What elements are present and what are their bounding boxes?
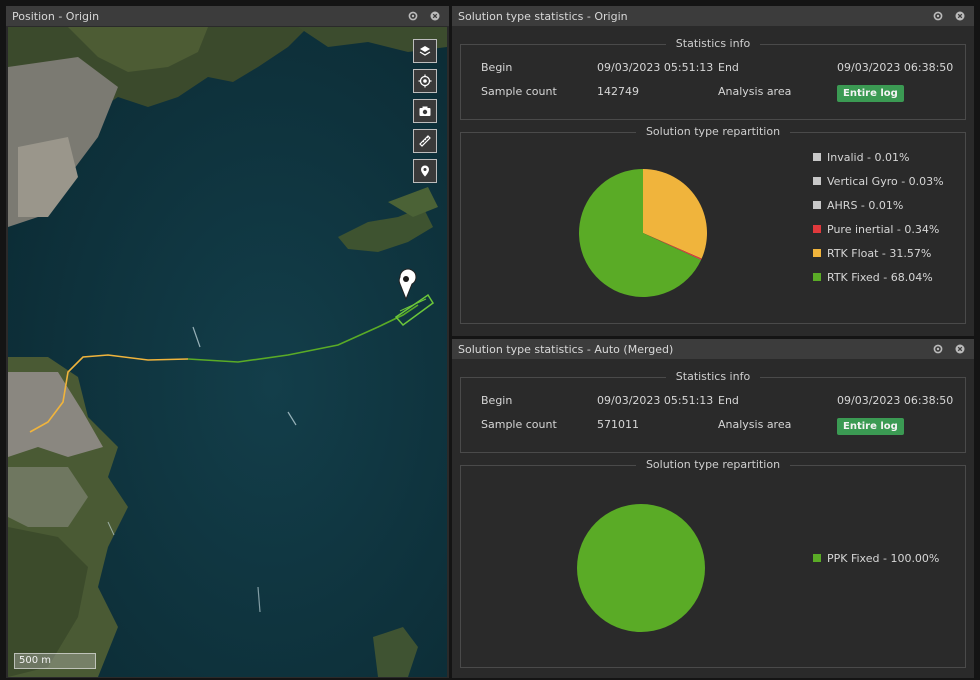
statistics-info-heading: Statistics info [665,37,761,50]
legend-swatch [813,554,821,562]
map-scale-bar: 500 m [14,653,96,669]
info-row-count: Sample count 142749 Analysis area Entire… [481,85,951,105]
solution-stats-merged-pane: Solution type statistics - Auto (Merged)… [452,339,974,678]
legend-label: PPK Fixed - 100.00% [827,551,940,565]
begin-value: 09/03/2023 05:51:13 [597,394,714,407]
settings-icon[interactable] [405,8,421,24]
legend-item: PPK Fixed - 100.00% [813,546,939,570]
map-pane-title: Position - Origin [12,9,100,23]
marker-icon [421,165,429,177]
layers-button[interactable] [413,39,437,63]
position-map-pane: Position - Origin 500 m [6,6,449,678]
camera-icon [419,106,431,116]
legend-label: Vertical Gyro - 0.03% [827,174,944,188]
marker-button[interactable] [413,159,437,183]
pie-legend: PPK Fixed - 100.00% [813,546,939,570]
legend-swatch [813,225,821,233]
legend-swatch [813,201,821,209]
sample-count-value: 571011 [597,418,639,431]
legend-label: RTK Fixed - 68.04% [827,270,933,284]
info-row-time: Begin 09/03/2023 05:51:13 End 09/03/2023… [481,394,954,414]
legend-item: Vertical Gyro - 0.03% [813,169,944,193]
close-icon[interactable] [427,8,443,24]
statistics-info-group: Statistics info Begin 09/03/2023 05:51:1… [460,370,966,453]
entire-log-button[interactable]: Entire log [837,418,904,435]
end-value: 09/03/2023 06:38:50 [837,394,954,407]
legend-label: Pure inertial - 0.34% [827,222,940,236]
map-pane-titlebar[interactable]: Position - Origin [6,6,449,26]
stats-origin-titlebar[interactable]: Solution type statistics - Origin [452,6,974,26]
stats-origin-title: Solution type statistics - Origin [458,9,628,23]
map-toolbar [413,39,437,183]
pie-legend: Invalid - 0.01% Vertical Gyro - 0.03% AHRS… [813,145,944,289]
locate-icon [418,74,432,88]
solution-repartition-group: Solution type repartition PPK Fixed - 10… [460,458,966,668]
sample-count-label: Sample count [481,418,557,431]
legend-label: RTK Float - 31.57% [827,246,932,260]
statistics-info-group: Statistics info Begin 09/03/2023 05:51:1… [460,37,966,120]
end-value: 09/03/2023 06:38:50 [837,61,954,74]
solution-stats-origin-pane: Solution type statistics - Origin Statis… [452,6,974,336]
satellite-map[interactable]: 500 m [8,27,447,677]
repartition-heading: Solution type repartition [635,458,791,471]
legend-item: RTK Fixed - 68.04% [813,265,944,289]
solution-pie-chart [579,169,707,297]
begin-label: Begin [481,394,513,407]
close-icon[interactable] [952,8,968,24]
legend-item: Invalid - 0.01% [813,145,944,169]
locate-button[interactable] [413,69,437,93]
legend-swatch [813,273,821,281]
solution-repartition-group: Solution type repartition Invalid - 0.01… [460,125,966,324]
settings-icon[interactable] [930,8,946,24]
pie-slice [577,504,705,632]
sample-count-label: Sample count [481,85,557,98]
info-row-count: Sample count 571011 Analysis area Entire… [481,418,951,438]
repartition-heading: Solution type repartition [635,125,791,138]
legend-item: Pure inertial - 0.34% [813,217,944,241]
solution-pie-chart [577,504,705,632]
application-window: Position - Origin 500 m Solution type st… [0,0,980,680]
analysis-area-label: Analysis area [718,418,792,431]
legend-label: Invalid - 0.01% [827,150,910,164]
legend-swatch [813,153,821,161]
entire-log-button[interactable]: Entire log [837,85,904,102]
sample-count-value: 142749 [597,85,639,98]
legend-swatch [813,249,821,257]
begin-label: Begin [481,61,513,74]
legend-item: AHRS - 0.01% [813,193,944,217]
info-row-time: Begin 09/03/2023 05:51:13 End 09/03/2023… [481,61,954,81]
analysis-area-label: Analysis area [718,85,792,98]
begin-value: 09/03/2023 05:51:13 [597,61,714,74]
ruler-icon [419,135,431,147]
screenshot-button[interactable] [413,99,437,123]
legend-item: RTK Float - 31.57% [813,241,944,265]
legend-label: AHRS - 0.01% [827,198,904,212]
measure-button[interactable] [413,129,437,153]
statistics-info-heading: Statistics info [665,370,761,383]
close-icon[interactable] [952,341,968,357]
end-label: End [718,394,739,407]
stats-merged-title: Solution type statistics - Auto (Merged) [458,342,674,356]
layers-icon [419,46,431,56]
settings-icon[interactable] [930,341,946,357]
map-imagery [8,27,447,677]
legend-swatch [813,177,821,185]
end-label: End [718,61,739,74]
stats-merged-titlebar[interactable]: Solution type statistics - Auto (Merged) [452,339,974,359]
